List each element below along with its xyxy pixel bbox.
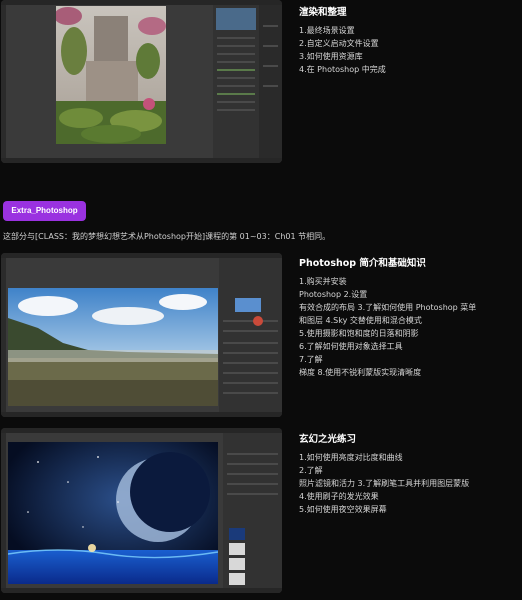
- section-title-render: 渲染和整理: [299, 7, 347, 18]
- course-intro-text: 这部分与[CLASS：我的梦想幻想艺术从Photoshop开始]课程的第 01~…: [3, 232, 331, 241]
- list-item: 7.了解: [299, 355, 323, 364]
- list-item: 5.使用摄影和饱和度的日落和阴影: [299, 329, 419, 338]
- section-items-basics: 1.购买并安装 Photoshop 2.设置 有效合成的布局 3.了解如何使用 …: [299, 275, 476, 379]
- canvas-landscape-image: [8, 288, 218, 406]
- section-title-fantasy-light: 玄幻之光练习: [299, 434, 357, 445]
- list-item: 梯度 8.使用不锐利蒙版实现清晰度: [299, 368, 422, 377]
- list-item: 和图层 4.Sky 交替使用和混合模式: [299, 316, 422, 325]
- canvas-castle-image: [56, 6, 166, 144]
- list-item: 1.最终场景设置: [299, 26, 355, 35]
- list-item: 2.自定义启动文件设置: [299, 39, 379, 48]
- list-item: 1.如何使用亮度对比度和曲线: [299, 453, 403, 462]
- list-item: Photoshop 2.设置: [299, 290, 368, 299]
- list-item: 照片滤镜和活力 3.了解刷笔工具并利用图层蒙版: [299, 479, 470, 488]
- list-item: 6.了解如何使用对象选择工具: [299, 342, 403, 351]
- screenshot-render-scene: [1, 0, 282, 163]
- list-item: 4.在 Photoshop 中完成: [299, 65, 386, 74]
- screenshot-fantasy-light: [1, 428, 282, 593]
- list-item: 1.购买并安装: [299, 277, 347, 286]
- list-item: 4.使用刷子的发光效果: [299, 492, 379, 501]
- list-item: 2.了解: [299, 466, 323, 475]
- list-item: 3.如何使用资源库: [299, 52, 363, 61]
- section-items-render: 1.最终场景设置 2.自定义启动文件设置 3.如何使用资源库 4.在 Photo…: [299, 24, 386, 76]
- category-badge[interactable]: Extra_Photoshop: [3, 201, 86, 221]
- section-title-basics: Photoshop 简介和基础知识: [299, 258, 426, 269]
- canvas-night-sky-image: [8, 442, 218, 584]
- screenshot-photoshop-basics: [1, 253, 282, 417]
- section-items-fantasy-light: 1.如何使用亮度对比度和曲线 2.了解 照片滤镜和活力 3.了解刷笔工具并利用图…: [299, 451, 469, 516]
- list-item: 5.如何使用夜空效果屏幕: [299, 505, 387, 514]
- list-item: 有效合成的布局 3.了解如何使用 Photoshop 菜单: [299, 303, 477, 312]
